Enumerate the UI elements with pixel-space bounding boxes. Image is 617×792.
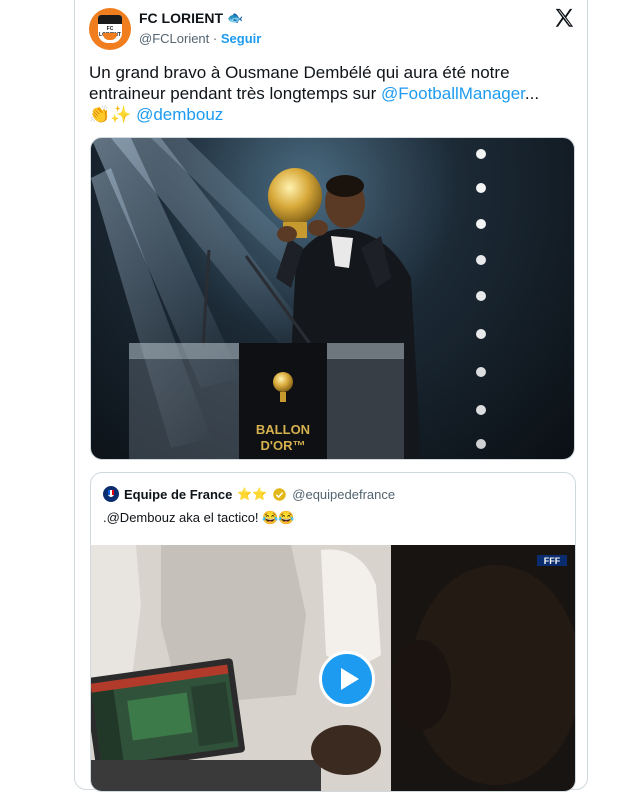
emoji-group: 👏✨	[89, 105, 132, 124]
quote-header: Equipe de France ⭐⭐ @equipedefrance	[103, 486, 395, 502]
follow-button[interactable]: Seguir	[221, 31, 261, 46]
author-avatar[interactable]: FC LORIENT	[89, 8, 131, 50]
quote-author-handle[interactable]: @equipedefrance	[292, 487, 395, 502]
podium-text-line1: BALLON	[256, 422, 310, 437]
podium-text-line2: D'OR™	[261, 438, 306, 453]
tweet-card[interactable]: FC LORIENT FC LORIENT 🐟 @FCLorient · Seg…	[74, 0, 588, 792]
quote-video[interactable]: FFF	[91, 545, 575, 791]
crest-logo: FC LORIENT	[98, 15, 122, 43]
stars-emoji: ⭐⭐	[237, 487, 268, 501]
play-icon	[341, 668, 359, 690]
quote-author-avatar[interactable]	[103, 486, 119, 502]
author-handle-row: @FCLorient · Seguir	[139, 31, 261, 46]
mention-dembouz[interactable]: @dembouz	[136, 105, 223, 124]
author-name-row[interactable]: FC LORIENT 🐟	[139, 10, 243, 26]
quote-author-name[interactable]: Equipe de France	[124, 487, 232, 502]
tweet-image[interactable]: BALLON D'OR™	[90, 137, 575, 460]
ballon-dor-photo: BALLON D'OR™	[91, 138, 486, 459]
play-button[interactable]	[319, 651, 375, 707]
author-handle[interactable]: @FCLorient	[139, 31, 209, 46]
separator-dot: ·	[212, 31, 218, 46]
fff-badge: FFF	[544, 556, 561, 566]
x-logo-icon[interactable]	[553, 7, 575, 29]
verified-badge-icon	[273, 487, 287, 501]
author-name[interactable]: FC LORIENT	[139, 10, 223, 26]
ellipsis: ...	[524, 84, 540, 103]
fish-emoji-icon: 🐟	[227, 10, 244, 25]
tweet-text: Un grand bravo à Ousmane Dembélé qui aur…	[89, 62, 579, 125]
mention-footballmanager[interactable]: @FootballManager	[381, 84, 525, 103]
quote-text: .@Dembouz aka el tactico! 😂😂	[103, 510, 295, 525]
quoted-tweet[interactable]: Equipe de France ⭐⭐ @equipedefrance .@De…	[90, 472, 576, 792]
